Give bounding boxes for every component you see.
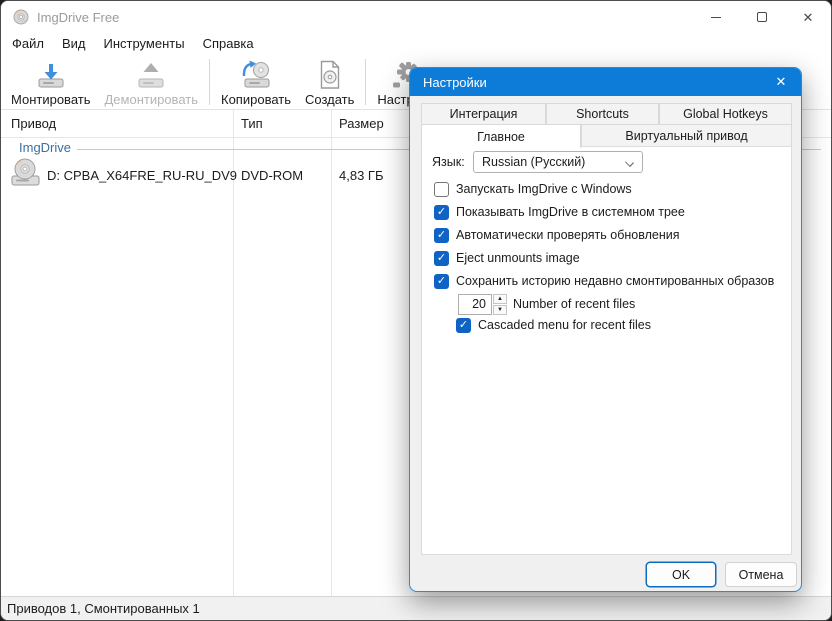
app-cd-icon [13, 9, 29, 25]
toolbar-button-label: Демонтировать [104, 91, 199, 107]
checkbox-label: Cascaded menu for recent files [478, 318, 652, 332]
checkbox-box: ✓ [434, 204, 449, 220]
chevron-down-icon [625, 158, 634, 167]
dialog-close-button[interactable]: ✕ [761, 68, 801, 96]
copy-button[interactable]: Копировать [214, 56, 298, 108]
close-icon: ✕ [775, 74, 787, 89]
checkbox-label: Автоматически проверять обновления [456, 228, 680, 242]
checkbox-eject-unmounts[interactable]: ✓ Eject unmounts image [434, 250, 580, 266]
checkbox-label: Запускать ImgDrive с Windows [456, 182, 632, 196]
toolbar-button-label: Копировать [221, 91, 291, 107]
drive-group-label: ImgDrive [19, 140, 78, 155]
checkbox-label: Сохранить историю недавно смонтированных… [456, 274, 775, 288]
checkbox-box: ✓ [434, 227, 449, 243]
toolbar-separator [209, 58, 210, 105]
checkbox-keep-history[interactable]: ✓ Сохранить историю недавно смонтированн… [434, 273, 774, 289]
tab-shortcuts[interactable]: Shortcuts [546, 103, 659, 124]
checkbox-start-with-windows[interactable]: ✓ Запускать ImgDrive с Windows [434, 181, 632, 197]
maximize-button[interactable] [739, 1, 785, 33]
checkbox-box: ✓ [434, 273, 449, 289]
title-bar: ImgDrive Free ✕ [1, 1, 831, 33]
menu-file[interactable]: Файл [3, 34, 53, 53]
drive-type-cell: DVD-ROM [241, 168, 304, 183]
cancel-button[interactable]: Отмена [725, 562, 797, 587]
spinner-up-button[interactable]: ▲ [493, 293, 507, 304]
checkbox-label: Показывать ImgDrive в системном трее [456, 205, 685, 219]
menu-view[interactable]: Вид [53, 34, 95, 53]
minimize-icon [711, 16, 721, 18]
unmount-drive-icon [138, 62, 164, 87]
copy-disc-icon [242, 60, 270, 87]
create-image-icon [320, 60, 339, 89]
general-tab-panel: Язык: Russian (Русский) ✓ Запускать ImgD… [421, 146, 792, 555]
close-icon: ✕ [802, 9, 814, 25]
checkbox-cascaded-menu[interactable]: ✓ Cascaded menu for recent files [456, 317, 651, 333]
ok-button[interactable]: OK [646, 562, 716, 587]
column-header-type[interactable]: Тип [241, 110, 263, 137]
tab-integration[interactable]: Интеграция [421, 103, 546, 124]
checkbox-box: ✓ [434, 181, 449, 197]
checkbox-box: ✓ [456, 317, 471, 333]
recent-files-count-row: 20 ▲ ▼ Number of recent files [458, 293, 635, 315]
menu-bar: Файл Вид Инструменты Справка [3, 33, 263, 54]
drive-name-cell: D: CPBA_X64FRE_RU-RU_DV9 [47, 168, 238, 183]
checkbox-show-in-tray[interactable]: ✓ Показывать ImgDrive в системном трее [434, 204, 685, 220]
menu-tools[interactable]: Инструменты [95, 34, 194, 53]
checkbox-auto-update-check[interactable]: ✓ Автоматически проверять обновления [434, 227, 680, 243]
checkbox-box: ✓ [434, 250, 449, 266]
dialog-title-bar: Настройки ✕ [410, 68, 801, 96]
mount-drive-icon [38, 63, 64, 87]
mount-button[interactable]: Монтировать [4, 56, 98, 108]
settings-tabs: Интеграция Shortcuts Global Hotkeys Глав… [421, 103, 792, 148]
toolbar-button-label: Монтировать [11, 91, 91, 107]
language-selected-value: Russian (Русский) [482, 155, 586, 169]
language-label: Язык: [432, 155, 465, 169]
menu-help[interactable]: Справка [194, 34, 263, 53]
toolbar-button-label: Создать [305, 91, 355, 107]
spinner-down-button[interactable]: ▼ [493, 304, 507, 315]
dialog-title: Настройки [423, 74, 487, 90]
checkbox-label: Eject unmounts image [456, 251, 580, 265]
language-select[interactable]: Russian (Русский) [473, 151, 643, 173]
create-button[interactable]: Создать [298, 56, 361, 108]
close-button[interactable]: ✕ [785, 1, 831, 33]
toolbar-separator [365, 58, 367, 105]
column-header-size[interactable]: Размер [339, 110, 384, 137]
unmount-button[interactable]: Демонтировать [98, 56, 206, 108]
window-controls: ✕ [693, 1, 831, 33]
tab-virtual-drive[interactable]: Виртуальный привод [581, 124, 792, 147]
maximize-icon [757, 12, 767, 22]
recent-files-count-label: Number of recent files [513, 297, 636, 311]
status-bar: Приводов 1, Смонтированных 1 [1, 596, 831, 620]
column-header-drive[interactable]: Привод [11, 110, 56, 137]
main-window: ImgDrive Free ✕ Файл Вид Инструменты Спр… [0, 0, 832, 621]
toolbar: Монтировать Демонтировать Копировать Соз… [1, 54, 448, 109]
settings-dialog: Настройки ✕ Интеграция Shortcuts Global … [409, 67, 802, 592]
tab-general[interactable]: Главное [421, 124, 581, 148]
status-text: Приводов 1, Смонтированных 1 [7, 601, 200, 616]
minimize-button[interactable] [693, 1, 739, 33]
mounted-disc-drive-icon [11, 158, 40, 186]
tab-global-hotkeys[interactable]: Global Hotkeys [659, 103, 792, 124]
window-title: ImgDrive Free [37, 9, 120, 25]
recent-files-count-input[interactable]: 20 [458, 293, 492, 315]
drive-size-cell: 4,83 ГБ [339, 168, 384, 183]
